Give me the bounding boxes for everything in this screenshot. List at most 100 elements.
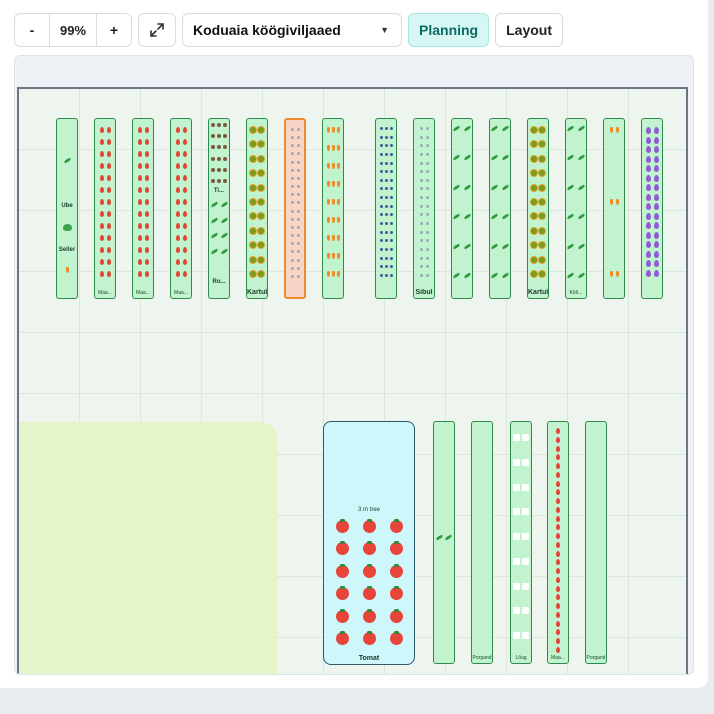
garden-canvas[interactable]: Ube Seller Maa... Maa... Maa... Ti... Ro... Kar… [17,87,688,674]
planting-bed[interactable] [451,118,473,299]
sprout-icon [463,125,472,132]
plant-row [419,187,429,191]
onion-icon [419,196,423,200]
potato-icon [539,198,545,205]
layout-mode-button[interactable]: Layout [495,13,564,47]
planting-bed[interactable]: Maa... [132,118,154,299]
planting-bed[interactable]: Ube Seller [56,118,78,299]
bed-label: Kartul [247,289,267,296]
tomato-icon [335,586,349,601]
blue-dot-icon [379,265,383,269]
planting-bed[interactable] [375,118,397,299]
planting-bed[interactable]: Maa... [94,118,116,299]
sprout-icon [490,213,499,220]
flower-icon [290,234,294,238]
plant-row [175,247,187,253]
eggplant-icon [653,184,659,192]
plant-grid [210,201,228,255]
onion-icon [419,222,423,226]
strawberry-icon [137,223,142,229]
plant-row [99,271,111,277]
plant-row [326,199,340,205]
potato-icon [250,127,256,133]
planting-bed[interactable]: Porgand [585,421,607,664]
canvas-viewport[interactable]: Ube Seller Maa... Maa... Maa... Ti... Ro... Kar… [14,55,694,675]
sprout-icon [490,184,499,191]
eggplant-icon [645,241,651,249]
plant-row [290,242,300,246]
strawberry-icon [556,620,560,627]
plant-row [513,458,529,466]
square-icon [522,632,529,639]
tomato-icon [362,563,376,578]
flower-icon [290,128,294,131]
blue-dot-icon [389,222,393,226]
plant-row [99,247,111,253]
zoom-in-button[interactable]: + [97,14,131,46]
plant-row [556,611,560,618]
planting-bed[interactable]: Maa... [170,118,192,299]
mixed-dots-icon [211,156,215,161]
plant-row [211,145,227,150]
tree-bed[interactable]: 3 m tree Tomat [323,421,415,665]
mixed-rows-icon [336,163,340,169]
plant-row [379,127,393,130]
strawberry-icon [144,211,149,217]
strawberry-icon [137,271,142,277]
plant-row [335,563,403,578]
blue-dot-icon [389,239,393,243]
planting-bed[interactable] [433,421,455,664]
sprout-icon [452,155,461,161]
leaf-icon [210,248,218,255]
tomato-icon [389,630,403,645]
strawberry-icon [137,139,142,145]
planting-bed[interactable] [489,118,511,299]
strawberry-icon [182,163,187,169]
plant-row [326,163,340,169]
plant-row [490,184,510,191]
blue-dot-icon [384,127,388,130]
square-icon [513,632,520,639]
plant-grid [288,128,302,278]
plant-row [556,445,560,452]
mixed-rows-icon [331,127,335,133]
eggplant-icon [653,193,659,201]
plant-row [513,582,529,590]
strawberry-icon [144,235,149,241]
planting-bed[interactable]: Kartul [246,118,268,299]
garden-select[interactable]: Koduaia köögiviljaaed ▼ [182,13,402,47]
plant-row [250,256,264,263]
planting-bed[interactable] [641,118,663,299]
blue-dot-icon [384,161,388,165]
planting-bed[interactable]: Sibul [413,118,435,299]
planting-bed[interactable] [603,118,625,299]
flower-icon [296,144,300,148]
plant-row [250,227,264,234]
planting-bed[interactable]: Lõug [510,421,532,664]
mixed-rows-icon [326,163,330,169]
onion-icon [425,178,429,182]
plant-row [419,170,429,174]
flower-icon [296,128,300,131]
plant-row [452,213,472,220]
strawberry-icon [175,247,180,253]
planting-bed[interactable]: Kartul [527,118,549,299]
planting-bed[interactable] [284,118,306,299]
planting-bed[interactable] [322,118,344,299]
zoom-out-button[interactable]: - [15,14,49,46]
plant-row [556,515,560,522]
planning-mode-button[interactable]: Planning [408,13,490,47]
strawberry-icon [144,139,149,145]
planting-bed[interactable]: Maa... [547,421,569,664]
plant-row [379,144,393,148]
strawberry-icon [175,211,180,217]
mixed-rows-icon [331,145,335,151]
planting-bed[interactable]: Kõõ... [565,118,587,299]
planting-bed[interactable]: Porgand [471,421,493,664]
lawn-zone[interactable] [19,422,277,674]
strawberry-icon [106,247,111,253]
plant-row [250,242,264,249]
flower-icon [296,234,300,238]
planting-bed[interactable]: Ti... Ro... [208,118,230,299]
fit-to-screen-button[interactable] [138,13,176,47]
